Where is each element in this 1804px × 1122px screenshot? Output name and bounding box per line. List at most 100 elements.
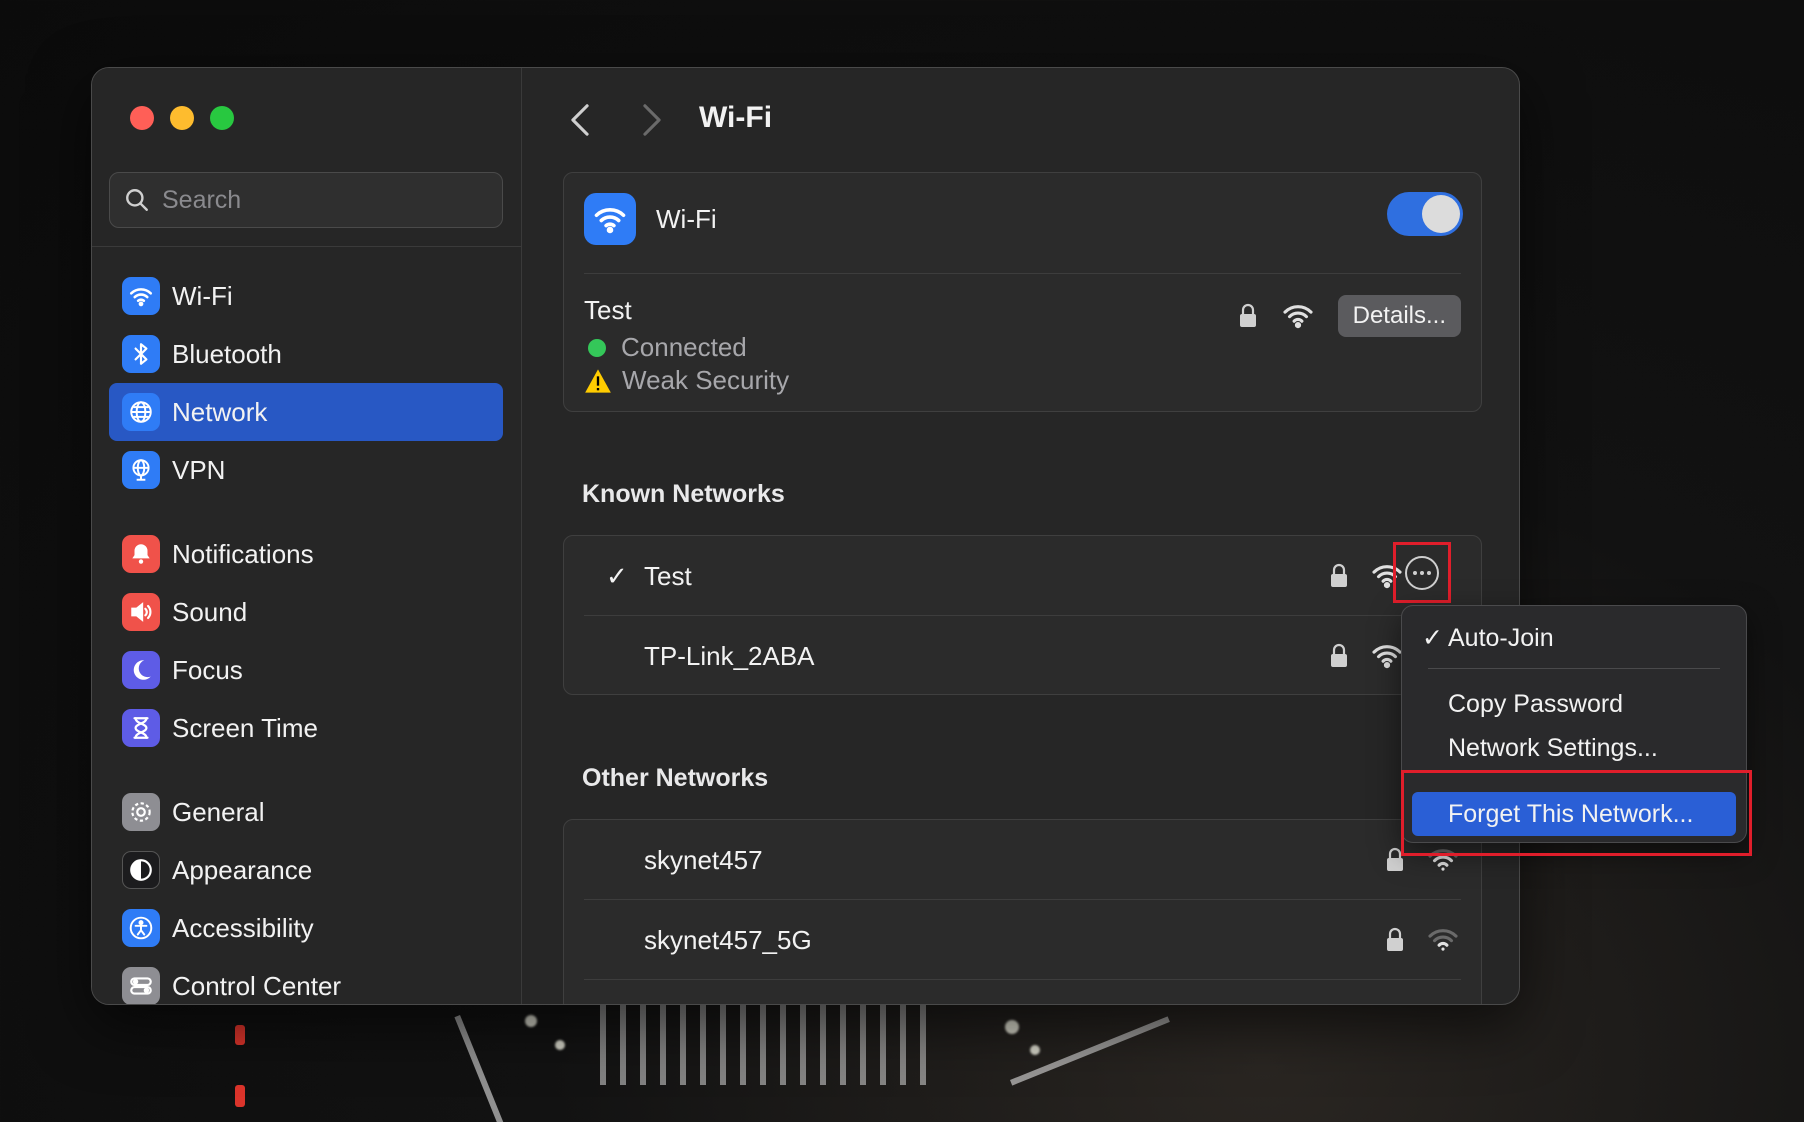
back-button[interactable] bbox=[564, 98, 596, 142]
search-icon bbox=[126, 189, 148, 211]
appearance-icon bbox=[122, 851, 160, 889]
other-network-row[interactable]: skynet457_5G bbox=[564, 900, 1481, 980]
lock-icon bbox=[1239, 303, 1256, 327]
search-input[interactable] bbox=[162, 185, 462, 215]
row-divider bbox=[584, 273, 1461, 274]
connected-status-dot bbox=[588, 338, 606, 357]
page-title: Wi-Fi bbox=[699, 101, 773, 134]
connected-checkmark: ✓ bbox=[606, 560, 628, 591]
wifi-toggle-row: Wi-Fi bbox=[584, 193, 717, 245]
bell-icon bbox=[122, 535, 160, 573]
network-name: Test bbox=[644, 560, 692, 591]
known-network-row[interactable]: TP-Link_2ABA bbox=[564, 616, 1481, 696]
sidebar-divider bbox=[92, 246, 522, 247]
speaker-icon bbox=[122, 593, 160, 631]
background-light bbox=[1030, 1045, 1040, 1055]
background-light bbox=[525, 1015, 537, 1027]
sidebar-item-label: Bluetooth bbox=[172, 338, 282, 369]
sidebar-item-vpn[interactable]: VPN bbox=[109, 441, 503, 499]
background-beam bbox=[454, 1015, 505, 1122]
sidebar-item-label: Screen Time bbox=[172, 712, 318, 743]
forward-button[interactable] bbox=[636, 98, 668, 142]
sidebar-item-network[interactable]: Network bbox=[109, 383, 503, 441]
wifi-icon bbox=[584, 193, 636, 245]
sidebar-item-general[interactable]: General bbox=[109, 783, 503, 841]
sidebar-item-label: Sound bbox=[172, 596, 248, 627]
lock-icon bbox=[1387, 927, 1403, 951]
sidebar-item-accessibility[interactable]: Accessibility bbox=[109, 899, 503, 957]
sidebar-item-wifi[interactable]: Wi-Fi bbox=[109, 267, 503, 325]
menu-separator bbox=[1428, 668, 1720, 669]
other-networks-title: Other Networks bbox=[582, 764, 769, 792]
other-network-row[interactable]: skynet457 bbox=[564, 820, 1481, 900]
vpn-globe-icon bbox=[122, 451, 160, 489]
close-window-button[interactable] bbox=[130, 106, 154, 130]
known-network-row[interactable]: ✓ Test bbox=[564, 536, 1481, 616]
network-name: skynet457 bbox=[644, 844, 763, 875]
main-pane: Wi-Fi Wi-Fi Test Connected Weak Security… bbox=[522, 68, 1519, 1004]
gear-icon bbox=[122, 793, 160, 831]
known-networks-card: ✓ Test TP-Link_2ABA bbox=[563, 535, 1482, 695]
wifi-toggle[interactable] bbox=[1387, 192, 1463, 236]
minimize-window-button[interactable] bbox=[170, 106, 194, 130]
sidebar-item-notifications[interactable]: Notifications bbox=[109, 525, 503, 583]
background-light bbox=[235, 1025, 245, 1045]
sidebar-item-bluetooth[interactable]: Bluetooth bbox=[109, 325, 503, 383]
network-icons bbox=[1329, 563, 1403, 589]
background-crosswalk bbox=[600, 1005, 940, 1085]
globe-icon bbox=[122, 393, 160, 431]
sidebar-item-control-center[interactable]: Control Center bbox=[109, 957, 503, 1004]
wifi-label: Wi-Fi bbox=[656, 203, 717, 234]
sidebar-item-label: Appearance bbox=[172, 854, 313, 885]
moon-icon bbox=[122, 651, 160, 689]
chevron-left-icon bbox=[571, 104, 589, 136]
sidebar-item-label: VPN bbox=[172, 454, 226, 485]
current-network-icons: Details... bbox=[1238, 295, 1461, 337]
zoom-window-button[interactable] bbox=[210, 106, 234, 130]
toggle-knob bbox=[1422, 195, 1460, 233]
wifi-signal-icon bbox=[1372, 645, 1402, 669]
menu-item-copy-password[interactable]: Copy Password bbox=[1412, 682, 1736, 726]
background-light bbox=[1005, 1020, 1019, 1034]
details-button[interactable]: Details... bbox=[1337, 295, 1461, 337]
network-icons bbox=[1385, 927, 1459, 953]
window-controls bbox=[130, 106, 234, 130]
sidebar-item-label: Accessibility bbox=[172, 912, 314, 943]
known-networks-title: Known Networks bbox=[582, 480, 785, 508]
sidebar-item-label: Focus bbox=[172, 654, 243, 685]
security-warning: Weak Security bbox=[584, 365, 789, 396]
connection-status: Connected bbox=[584, 332, 789, 363]
wifi-signal-icon bbox=[1428, 929, 1458, 951]
background-light bbox=[235, 1085, 245, 1107]
checkmark-icon: ✓ bbox=[1422, 624, 1443, 652]
connection-status-label: Connected bbox=[621, 332, 747, 362]
sidebar: Wi-Fi Bluetooth Network VPN bbox=[92, 68, 522, 1004]
row-divider bbox=[584, 979, 1461, 980]
wifi-card: Wi-Fi Test Connected Weak Security Detai… bbox=[563, 172, 1482, 412]
sidebar-item-screen-time[interactable]: Screen Time bbox=[109, 699, 503, 757]
menu-item-label: Auto-Join bbox=[1448, 623, 1554, 652]
background-light bbox=[555, 1040, 565, 1050]
warning-icon bbox=[585, 368, 611, 393]
current-network-name: Test bbox=[584, 295, 632, 325]
menu-item-label: Copy Password bbox=[1448, 689, 1624, 718]
accessibility-icon bbox=[122, 909, 160, 947]
search-field[interactable] bbox=[109, 172, 503, 228]
sidebar-item-sound[interactable]: Sound bbox=[109, 583, 503, 641]
chevron-right-icon bbox=[643, 104, 661, 136]
lock-icon bbox=[1331, 643, 1347, 667]
sidebar-item-appearance[interactable]: Appearance bbox=[109, 841, 503, 899]
menu-item-network-settings[interactable]: Network Settings... bbox=[1412, 726, 1736, 770]
network-name: skynet457_5G bbox=[644, 924, 812, 955]
bluetooth-icon bbox=[122, 335, 160, 373]
more-options-highlight bbox=[1393, 542, 1451, 603]
wifi-icon bbox=[122, 277, 160, 315]
menu-item-auto-join[interactable]: ✓ Auto-Join bbox=[1412, 616, 1736, 660]
navigation-buttons bbox=[564, 98, 668, 142]
sidebar-item-label: Wi-Fi bbox=[172, 280, 233, 311]
more-options-button[interactable] bbox=[1405, 555, 1439, 590]
current-network: Test Connected Weak Security bbox=[584, 295, 789, 396]
sidebar-item-focus[interactable]: Focus bbox=[109, 641, 503, 699]
settings-window: Wi-Fi Bluetooth Network VPN bbox=[91, 67, 1520, 1005]
other-networks-card: skynet457 skynet457_5G bbox=[563, 819, 1482, 1004]
